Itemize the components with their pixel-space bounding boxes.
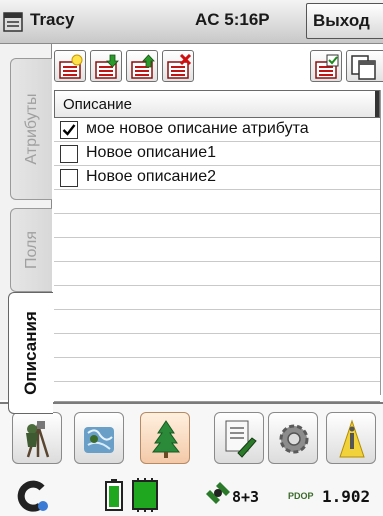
tree-button[interactable] [140, 412, 190, 464]
status-indicator: AC 5:16P [195, 10, 270, 29]
check-icon [62, 124, 76, 136]
column-divider [380, 90, 381, 395]
list-item[interactable]: мое новое описание атрибута [54, 118, 380, 142]
settings-icon [279, 424, 309, 454]
copy-button[interactable] [346, 50, 383, 82]
map-button[interactable] [74, 412, 124, 464]
notes-icon [225, 420, 257, 458]
import-icon [95, 54, 119, 79]
satellite-count: 8+3 [232, 488, 260, 506]
tree-icon [151, 420, 181, 458]
tab-fields-label: Поля [22, 230, 40, 270]
info-icon [339, 419, 365, 458]
empty-row [54, 238, 380, 262]
tab-attributes-label: Атрибуты [22, 93, 40, 165]
column-header-description: Описание [63, 96, 133, 113]
info-button[interactable] [326, 412, 376, 464]
copy-icon [351, 55, 376, 80]
empty-row [54, 262, 380, 286]
vertical-tabs: Атрибуты Поля Описания [0, 44, 53, 414]
empty-row [54, 378, 380, 402]
row-checkbox[interactable] [60, 169, 78, 187]
title-bar: Tracy AC 5:16P Выход [0, 0, 383, 44]
empty-row [54, 310, 380, 334]
toolbar [52, 44, 383, 88]
map-icon [84, 427, 114, 453]
settings-button[interactable] [268, 412, 318, 464]
row-checkbox[interactable] [60, 145, 78, 163]
tab-descriptions[interactable]: Описания [8, 292, 53, 414]
tab-attributes[interactable]: Атрибуты [10, 58, 52, 200]
survey-icon [26, 421, 50, 458]
tab-descriptions-label: Описания [21, 311, 40, 395]
export-button[interactable] [126, 50, 158, 82]
memory-card-icon [132, 478, 158, 512]
import-button[interactable] [90, 50, 122, 82]
row-label: мое новое описание атрибута [86, 120, 309, 137]
bottom-bar: 8+3 PDOP 1.902 [0, 402, 383, 516]
descriptions-grid: Описание мое новое описание атрибута Нов… [52, 88, 383, 402]
gps-receiver-icon [17, 480, 48, 512]
empty-row [54, 334, 380, 358]
pdop-value: 1.902 [322, 487, 371, 506]
empty-row [54, 214, 380, 238]
app-title: Tracy [30, 10, 75, 29]
check-all-icon [315, 54, 339, 79]
menu-icon[interactable] [3, 12, 23, 32]
empty-row [54, 190, 380, 214]
satellite-icon [206, 482, 230, 504]
new-item-icon [59, 54, 83, 79]
tab-fields[interactable]: Поля [10, 208, 52, 292]
new-item-button[interactable] [54, 50, 86, 82]
row-checkbox[interactable] [60, 121, 78, 139]
export-icon [131, 54, 155, 79]
list-item[interactable]: Новое описание2 [54, 166, 380, 190]
list-item[interactable]: Новое описание1 [54, 142, 380, 166]
exit-button[interactable]: Выход [306, 3, 383, 39]
pdop-label: PDOP [288, 491, 314, 501]
notes-button[interactable] [214, 412, 264, 464]
survey-button[interactable] [12, 412, 62, 464]
battery-icon [105, 479, 123, 511]
delete-item-icon [167, 54, 192, 79]
column-resize-handle[interactable] [375, 91, 379, 117]
empty-row [54, 286, 380, 310]
row-label: Новое описание2 [86, 168, 216, 185]
row-label: Новое описание1 [86, 144, 216, 161]
grid-header[interactable]: Описание [54, 90, 380, 118]
check-all-button[interactable] [310, 50, 342, 82]
delete-item-button[interactable] [162, 50, 194, 82]
